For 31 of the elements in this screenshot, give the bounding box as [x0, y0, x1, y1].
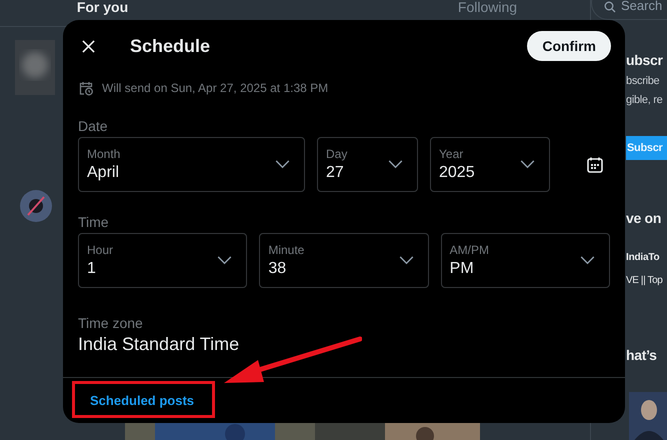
- calendar-icon[interactable]: [586, 156, 604, 174]
- chevron-down-icon: [580, 256, 595, 265]
- chevron-down-icon: [275, 160, 290, 169]
- panel-text: bscribe gible, re: [626, 74, 662, 108]
- panel-heading: hat’s: [626, 347, 657, 363]
- section-label: Date: [78, 118, 108, 134]
- time-select[interactable]: Hour 1: [78, 233, 248, 288]
- date-select[interactable]: Month April: [78, 137, 305, 192]
- date-select[interactable]: Day 27: [317, 137, 418, 192]
- live-title: VE || Top: [626, 275, 662, 286]
- panel-heading: ubscr: [626, 52, 663, 68]
- section-label: Time zone: [78, 315, 143, 331]
- search-icon: [604, 1, 616, 13]
- time-select[interactable]: AM/PM PM: [440, 233, 610, 288]
- panel-heading: ve on: [626, 210, 662, 226]
- chevron-down-icon: [388, 160, 403, 169]
- chevron-down-icon: [217, 256, 232, 265]
- channel-name[interactable]: IndiaTo: [626, 252, 660, 263]
- calendar-clock-icon: [78, 80, 94, 96]
- section-label: Time: [78, 214, 109, 230]
- dialog-title: Schedule: [130, 36, 212, 56]
- chevron-down-icon: [398, 256, 414, 265]
- date-select[interactable]: Year 2025: [430, 137, 550, 192]
- close-icon[interactable]: [82, 40, 95, 52]
- confirm-button[interactable]: Confirm: [527, 31, 611, 61]
- avatar-icon[interactable]: [20, 190, 52, 222]
- schedule-summary: Will send on Sun, Apr 27, 2025 at 1:38 PM: [102, 81, 328, 95]
- chevron-down-icon: [520, 160, 535, 169]
- scheduled-posts-link[interactable]: Scheduled posts: [90, 393, 194, 408]
- time-zone-value: India Standard Time: [78, 334, 240, 355]
- time-select[interactable]: Minute 38: [259, 233, 429, 288]
